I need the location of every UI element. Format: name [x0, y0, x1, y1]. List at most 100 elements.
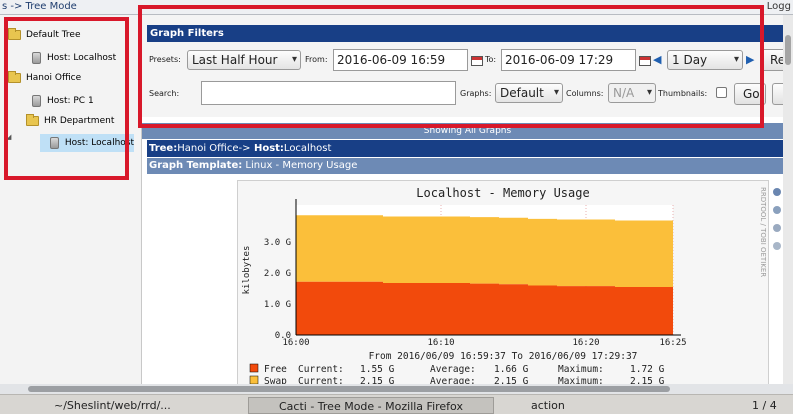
collapse-arrow-icon[interactable]: ◢ [6, 133, 11, 141]
zoom-icon[interactable] [773, 188, 781, 196]
graph-tree-panel: Default Tree Host: Localhost Hanoi Offic… [0, 15, 142, 385]
from-label: From: [305, 55, 328, 64]
shift-right-icon[interactable]: ▶ [746, 53, 754, 66]
graph-filters-panel: Graph Filters Presets: Last Half Hour ▾ … [142, 15, 793, 117]
graphs-value: Default [500, 86, 544, 100]
tree-node-label: Host: Localhost [47, 53, 117, 63]
tree-node-label: Hanoi Office [26, 73, 82, 83]
graph-template-header: Graph Template: Linux - Memory Usage [147, 158, 793, 174]
host-value: Localhost [283, 143, 332, 154]
main-content: Graph Filters Presets: Last Half Hour ▾ … [142, 15, 793, 387]
columns-select[interactable]: N/A ▾ [608, 83, 656, 103]
tree-node-host-localhost[interactable]: Host: Localhost [32, 49, 116, 67]
top-breadcrumb-bar: s -> Tree Mode Logg [0, 0, 793, 15]
tree-node-hanoi-office[interactable]: Hanoi Office [8, 69, 81, 87]
memory-usage-chart: Localhost - Memory Usage16:00 16:10 16:20 1… [238, 181, 768, 387]
tree-node-label: Host: PC 1 [47, 96, 94, 106]
rrdtool-watermark: RRDTOOL / TOBI OETIKER [759, 187, 767, 277]
legend-maximum-label: Maximum: [558, 364, 604, 375]
host-icon [32, 52, 41, 64]
chevron-down-icon: ▾ [646, 87, 652, 98]
legend-swatch [249, 363, 259, 373]
chevron-down-icon: ▾ [733, 54, 739, 65]
columns-value: N/A [613, 86, 635, 100]
y-tick-label: 0.0 [275, 331, 291, 341]
calendar-icon[interactable] [471, 56, 483, 66]
showing-all-graphs-bar: Showing All Graphs [142, 123, 793, 139]
tree-node-label: HR Department [44, 116, 115, 126]
taskbar-item-firefox[interactable]: Cacti - Tree Mode - Mozilla Firefox [248, 397, 494, 414]
series-area-free [296, 281, 673, 335]
graphs-label: Graphs: [460, 89, 492, 98]
search-input[interactable] [201, 81, 456, 105]
taskbar: ~/Sheslint/web/rrd/... Cacti - Tree Mode… [0, 394, 793, 414]
tree-prefix: Tree: [149, 143, 178, 154]
go-button[interactable]: Go [734, 83, 766, 105]
y-tick-label: 1.0 G [264, 300, 291, 310]
folder-icon [8, 28, 21, 40]
presets-value: Last Half Hour [192, 53, 278, 67]
y-tick-label: 3.0 G [264, 238, 291, 248]
presets-label: Presets: [149, 55, 181, 64]
columns-label: Columns: [566, 89, 604, 98]
chart-title: Localhost - Memory Usage [416, 186, 589, 200]
folder-open-icon [26, 114, 39, 126]
template-value: Linux - Memory Usage [242, 160, 358, 171]
realtime-icon[interactable] [773, 242, 781, 250]
workspace-indicator[interactable]: 1 / 4 [752, 397, 793, 414]
calendar-icon[interactable] [639, 56, 651, 66]
tree-node-label: Default Tree [26, 30, 81, 40]
horizontal-scroll-thumb[interactable] [28, 386, 670, 392]
vertical-scrollbar[interactable] [783, 15, 793, 385]
tree-node-hr-department[interactable]: HR Department [26, 112, 114, 130]
tree-host-header: Tree:Hanoi Office-> Host:Localhost [147, 140, 793, 157]
shift-left-icon[interactable]: ◀ [653, 53, 661, 66]
search-label: Search: [149, 89, 180, 98]
logout-link[interactable]: Logg [767, 1, 791, 12]
taskbar-item-action[interactable]: action [505, 397, 651, 414]
chevron-down-icon: ▾ [291, 54, 297, 65]
graph-filters-title: Graph Filters [147, 25, 793, 42]
folder-icon [8, 71, 21, 83]
series-area-swap [296, 215, 673, 288]
x-tick-label: 16:20 [572, 338, 599, 348]
legend-current-value: 1.55 G [360, 364, 395, 375]
timespan-select[interactable]: 1 Day ▾ [667, 50, 743, 70]
tree-node-label: Host: Localhost [64, 138, 134, 148]
thumbnails-checkbox[interactable] [716, 87, 727, 98]
to-label: To: [485, 55, 497, 64]
legend-swatch [249, 375, 259, 385]
properties-icon[interactable] [773, 206, 781, 214]
presets-select[interactable]: Last Half Hour ▾ [187, 50, 301, 70]
thumbnails-label: Thumbnails: [658, 89, 708, 98]
graphs-select[interactable]: Default ▾ [495, 83, 563, 103]
tree-node-host-localhost-selected[interactable]: Host: Localhost [40, 134, 134, 152]
breadcrumb[interactable]: s -> Tree Mode [2, 1, 77, 12]
host-icon [32, 95, 41, 107]
to-date-input[interactable]: 2016-06-09 17:29 [501, 49, 636, 71]
from-date-input[interactable]: 2016-06-09 16:59 [333, 49, 468, 71]
y-tick-label: 2.0 G [264, 269, 291, 279]
y-axis-label: kilobytes [242, 246, 252, 295]
legend-average-label: Average: [430, 364, 476, 375]
chevron-down-icon: ▾ [553, 87, 559, 98]
x-axis-label: From 2016/06/09 16:59:37 To 2016/06/09 1… [369, 351, 638, 362]
legend-average-value: 1.66 G [494, 364, 529, 375]
legend-maximum-value: 1.72 G [630, 364, 665, 375]
host-prefix: Host: [250, 143, 284, 154]
vertical-scroll-thumb[interactable] [785, 35, 791, 65]
tree-path: Hanoi Office-> [177, 143, 251, 154]
timespan-value: 1 Day [672, 53, 708, 67]
csv-export-icon[interactable] [773, 224, 781, 232]
legend-name: Free [264, 364, 287, 375]
memory-usage-graph[interactable]: Localhost - Memory Usage 16:00 16:10 16:20 1… [237, 180, 769, 387]
x-tick-label: 16:10 [427, 338, 454, 348]
tree-node-host-pc1[interactable]: Host: PC 1 [32, 92, 94, 110]
tree-node-default-tree[interactable]: Default Tree [8, 26, 81, 44]
x-tick-label: 16:25 [659, 338, 686, 348]
taskbar-item-terminal[interactable]: ~/Sheslint/web/rrd/... [54, 397, 240, 414]
horizontal-scrollbar[interactable] [0, 384, 793, 394]
host-icon [50, 137, 59, 149]
legend-current-label: Current: [298, 364, 344, 375]
template-prefix: Graph Template: [149, 160, 243, 171]
